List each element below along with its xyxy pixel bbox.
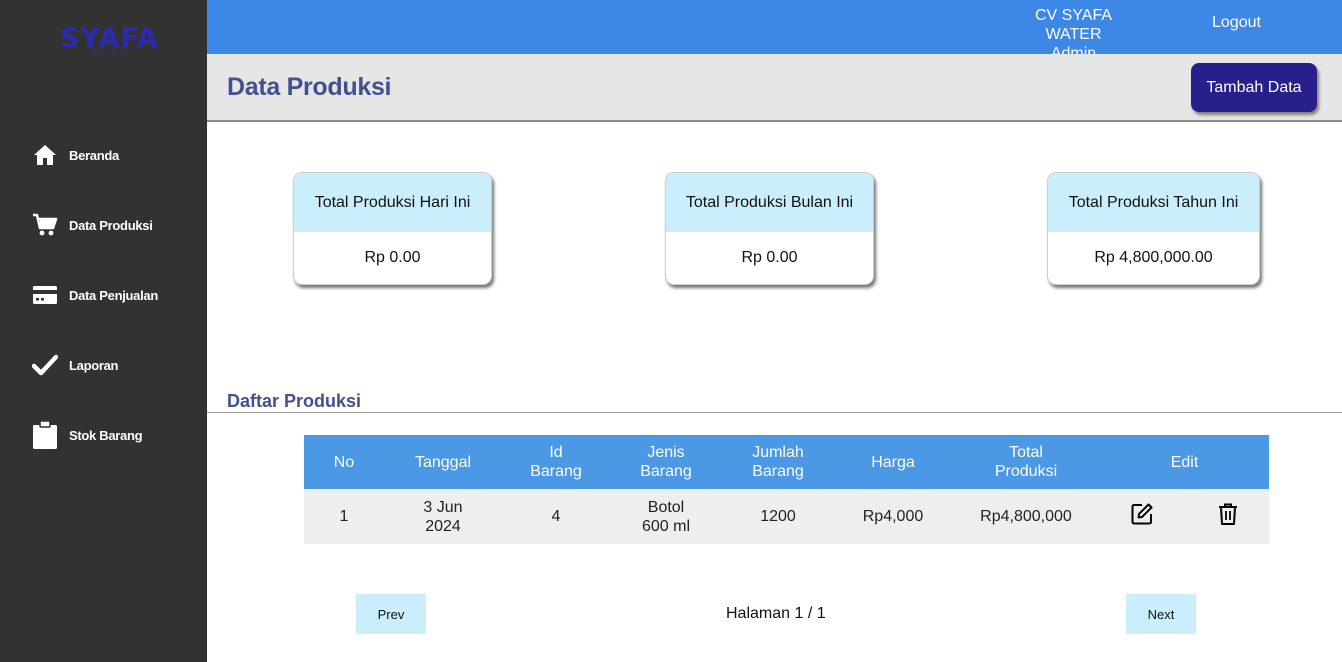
sidebar-item-laporan[interactable]: Laporan — [32, 350, 118, 380]
page-header: Data Produksi Tambah Data — [207, 54, 1342, 122]
column-header: Total Produksi — [952, 435, 1100, 489]
section-divider — [207, 412, 1342, 413]
prev-button[interactable]: Prev — [356, 594, 426, 634]
cell-tanggal: 3 Jun 2024 — [384, 489, 502, 544]
company-name: CV SYAFA WATER — [1034, 7, 1113, 43]
summary-card-today: Total Produksi Hari Ini Rp 0.00 — [293, 172, 492, 285]
cell-actions — [1100, 489, 1269, 544]
sidebar-item-beranda[interactable]: Beranda — [32, 140, 119, 170]
sidebar: SYAFA WATER Beranda Data Produksi Data P… — [0, 0, 207, 662]
section-title: Daftar Produksi — [227, 391, 362, 411]
sidebar-item-data-penjualan[interactable]: Data Penjualan — [32, 280, 158, 310]
table-header-row: No Tanggal Id Barang Jenis Barang Jumlah… — [304, 435, 1269, 489]
card-value: Rp 0.00 — [364, 249, 421, 266]
check-icon — [32, 352, 58, 378]
column-header: Jumlah Barang — [722, 435, 834, 489]
card-value: Rp 0.00 — [741, 249, 798, 266]
cell-total-produksi: Rp4,800,000 — [952, 489, 1100, 544]
page-indicator: Halaman 1 / 1 — [726, 605, 826, 622]
cell-no: 1 — [304, 489, 384, 544]
logout-link[interactable]: Logout — [1212, 14, 1261, 32]
column-header: No — [304, 435, 384, 489]
page-title: Data Produksi — [227, 73, 392, 101]
summary-card-month: Total Produksi Bulan Ini Rp 0.00 — [665, 172, 874, 285]
next-button[interactable]: Next — [1126, 594, 1196, 634]
cell-harga: Rp4,000 — [834, 489, 952, 544]
clipboard-icon — [32, 420, 58, 449]
sidebar-item-label: Laporan — [69, 357, 119, 373]
card-title: Total Produksi Tahun Ini — [1048, 173, 1259, 232]
summary-card-year: Total Produksi Tahun Ini Rp 4,800,000.00 — [1047, 172, 1260, 285]
sidebar-item-label: Stok Barang — [69, 427, 143, 443]
cell-id-barang: 4 — [502, 489, 610, 544]
sidebar-item-label: Beranda — [69, 147, 119, 163]
brand-logo[interactable]: SYAFA WATER — [60, 23, 159, 64]
column-header: Jenis Barang — [610, 435, 722, 489]
sidebar-item-data-produksi[interactable]: Data Produksi — [32, 210, 153, 240]
cell-jenis-barang: Botol 600 ml — [610, 489, 722, 544]
logo-text: SYAFA — [60, 23, 159, 54]
sidebar-item-label: Data Penjualan — [69, 287, 158, 303]
credit-card-icon — [32, 282, 58, 308]
cart-icon — [32, 212, 58, 238]
sidebar-item-label: Data Produksi — [69, 217, 153, 233]
column-header: Harga — [834, 435, 952, 489]
trash-icon[interactable] — [1217, 502, 1239, 531]
top-bar: CV SYAFA WATER Admin Logout — [207, 0, 1342, 62]
card-title: Total Produksi Hari Ini — [294, 173, 491, 232]
edit-icon[interactable] — [1130, 502, 1154, 531]
home-icon — [32, 142, 58, 168]
cell-jumlah-barang: 1200 — [722, 489, 834, 544]
card-title: Total Produksi Bulan Ini — [666, 173, 873, 232]
column-header: Id Barang — [502, 435, 610, 489]
production-table: No Tanggal Id Barang Jenis Barang Jumlah… — [304, 435, 1269, 544]
table-row: 1 3 Jun 2024 4 Botol 600 ml 1200 Rp4,000… — [304, 489, 1269, 544]
sidebar-item-stok-barang[interactable]: Stok Barang — [32, 420, 143, 450]
column-header: Edit — [1100, 435, 1269, 489]
column-header: Tanggal — [384, 435, 502, 489]
add-data-button[interactable]: Tambah Data — [1191, 63, 1317, 112]
card-value: Rp 4,800,000.00 — [1094, 249, 1213, 266]
